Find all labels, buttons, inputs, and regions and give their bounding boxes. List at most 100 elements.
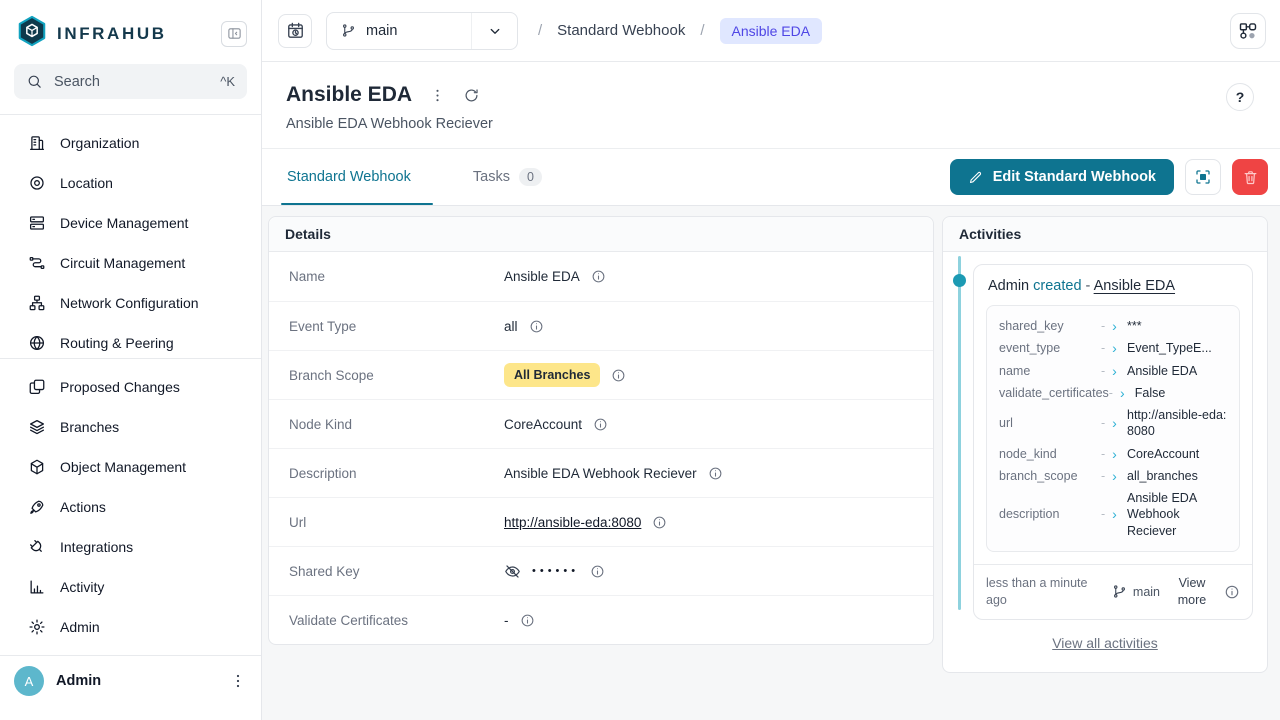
main-area: main / Standard Webhook / Ansible EDA An… [262, 0, 1280, 720]
user-menu-kebab-icon[interactable] [229, 672, 247, 690]
tab-count-badge: 0 [519, 168, 542, 186]
branch-name: main [366, 23, 397, 39]
chevron-right-icon: › [1112, 319, 1117, 333]
diff-icon [28, 378, 46, 396]
detail-text: all [504, 319, 518, 334]
previous-value-dash: - [1101, 446, 1105, 462]
detail-value: - [504, 613, 535, 628]
building-icon [28, 134, 46, 152]
sidebar-item-integrations[interactable]: Integrations [0, 527, 261, 567]
help-button[interactable]: ? [1226, 83, 1254, 111]
info-icon[interactable] [708, 466, 723, 481]
sidebar-item-organization[interactable]: Organization [0, 123, 261, 163]
sidebar-item-admin[interactable]: Admin [0, 607, 261, 647]
tab-standard-webhook[interactable]: Standard Webhook [287, 149, 433, 205]
detail-row-url: Urlhttp://ansible-eda:8080 [269, 497, 933, 546]
tab-tasks[interactable]: Tasks 0 [473, 149, 564, 205]
hierarchy-icon [28, 294, 46, 312]
app-title: INFRAHUB [57, 24, 167, 44]
sidebar-item-actions[interactable]: Actions [0, 487, 261, 527]
activity-property-description: description-›Ansible EDA Webhook Recieve… [999, 487, 1227, 542]
sidebar-item-network-configuration[interactable]: Network Configuration [0, 283, 261, 323]
details-card-title: Details [269, 217, 933, 252]
git-branch-icon [341, 23, 356, 38]
property-key: branch_scope [999, 468, 1101, 484]
pencil-icon [968, 170, 983, 185]
info-icon[interactable] [520, 613, 535, 628]
property-key: node_kind [999, 446, 1101, 462]
info-icon[interactable] [593, 417, 608, 432]
sidebar-item-location[interactable]: Location [0, 163, 261, 203]
schema-visualizer-button[interactable] [1230, 13, 1266, 49]
info-icon[interactable] [529, 319, 544, 334]
detail-value: CoreAccount [504, 417, 608, 432]
detail-row-node-kind: Node KindCoreAccount [269, 399, 933, 448]
info-icon[interactable] [590, 564, 605, 579]
info-icon[interactable] [611, 368, 626, 383]
date-picker-button[interactable] [278, 14, 312, 48]
app-root: INFRAHUB Search ^K OrganizationLocationD… [0, 0, 1280, 720]
detail-value: All Branches [504, 363, 626, 387]
branch-selector-value[interactable]: main [327, 13, 471, 49]
delete-button[interactable] [1232, 159, 1268, 195]
sidebar-item-object-management[interactable]: Object Management [0, 447, 261, 487]
detail-row-shared-key: Shared Key•••••• [269, 546, 933, 595]
view-all-activities-link[interactable]: View all activities [1052, 635, 1158, 651]
branch-selector-toggle[interactable] [471, 13, 517, 49]
previous-value-dash: - [1109, 385, 1113, 401]
user-row: A Admin [0, 655, 261, 720]
breadcrumb-item-current[interactable]: Ansible EDA [720, 18, 823, 44]
breadcrumb: / Standard Webhook / Ansible EDA [538, 18, 822, 44]
sidebar-item-device-management[interactable]: Device Management [0, 203, 261, 243]
refresh-icon[interactable] [463, 87, 480, 104]
user-name: Admin [56, 673, 217, 689]
detail-text: - [504, 613, 509, 628]
chevron-right-icon: › [1112, 341, 1117, 355]
info-icon[interactable] [1224, 584, 1240, 600]
activity-property-event-type: event_type-›Event_TypeE... [999, 337, 1227, 359]
infrahub-logo[interactable]: INFRAHUB [16, 15, 167, 52]
detail-value: http://ansible-eda:8080 [504, 515, 667, 530]
detail-value: Ansible EDA [504, 269, 606, 284]
sidebar-nav-primary: OrganizationLocationDevice ManagementCir… [0, 115, 261, 358]
rocket-icon [28, 498, 46, 516]
plug-icon [28, 538, 46, 556]
search-input[interactable]: Search ^K [14, 64, 247, 99]
info-icon[interactable] [652, 515, 667, 530]
branch-selector[interactable]: main [326, 12, 518, 50]
sidebar-item-proposed-changes[interactable]: Proposed Changes [0, 367, 261, 407]
property-value: http://ansible-eda:8080 [1127, 407, 1227, 440]
url-link[interactable]: http://ansible-eda:8080 [504, 515, 641, 530]
detail-label: Name [289, 269, 504, 284]
detail-label: Event Type [289, 319, 504, 334]
chevron-right-icon: › [1112, 469, 1117, 483]
collapse-sidebar-button[interactable] [221, 21, 247, 47]
sidebar-item-circuit-management[interactable]: Circuit Management [0, 243, 261, 283]
page-title: Ansible EDA [286, 83, 412, 107]
detail-row-branch-scope: Branch ScopeAll Branches [269, 350, 933, 399]
sidebar-item-branches[interactable]: Branches [0, 407, 261, 447]
activity-object-link[interactable]: Ansible EDA [1094, 278, 1175, 294]
property-change-indicator: -› [1101, 506, 1127, 522]
activity-timestamp: less than a minute ago [986, 575, 1102, 609]
eye-off-icon[interactable] [504, 563, 521, 580]
view-all-activities: View all activities [943, 620, 1267, 672]
detail-label: Validate Certificates [289, 613, 504, 628]
export-object-button[interactable] [1185, 159, 1221, 195]
activity-property-name: name-›Ansible EDA [999, 360, 1227, 382]
activity-property-branch-scope: branch_scope-›all_branches [999, 465, 1227, 487]
view-more-link[interactable]: View more [1170, 575, 1214, 608]
content-area: Details NameAnsible EDAEvent TypeallBran… [262, 206, 1280, 720]
breadcrumb-item-standard-webhook[interactable]: Standard Webhook [557, 22, 685, 39]
sidebar-item-activity[interactable]: Activity [0, 567, 261, 607]
title-kebab-icon[interactable] [429, 87, 446, 104]
activity-separator: - [1086, 278, 1091, 294]
info-icon[interactable] [591, 269, 606, 284]
activities-card-title: Activities [943, 217, 1267, 252]
sidebar-item-routing-peering[interactable]: Routing & Peering [0, 323, 261, 358]
details-card: Details NameAnsible EDA Event Typeall Bran… [268, 216, 934, 645]
edit-standard-webhook-button[interactable]: Edit Standard Webhook [950, 159, 1174, 195]
chart-icon [28, 578, 46, 596]
search-placeholder: Search [54, 74, 209, 90]
git-branch-icon [1112, 584, 1127, 599]
